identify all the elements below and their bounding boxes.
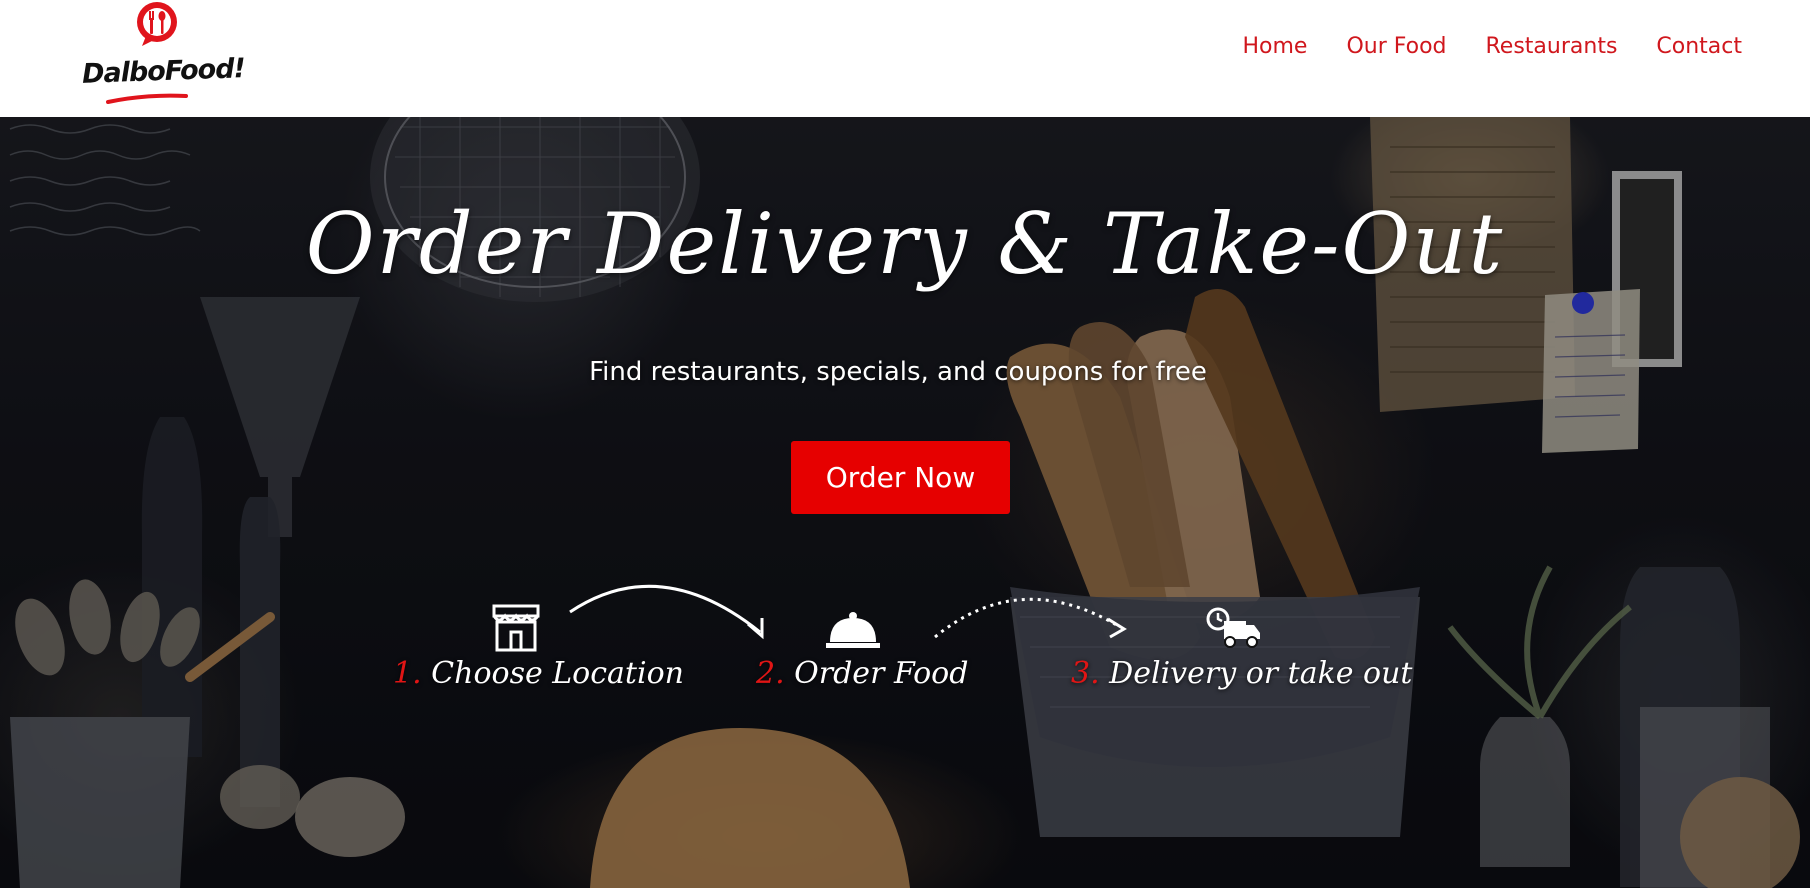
nav-home[interactable]: Home — [1242, 34, 1307, 59]
step-number: 3. — [1071, 656, 1100, 691]
step-text: Order Food — [794, 656, 969, 691]
step-label: 1. Choose Location — [393, 656, 684, 691]
logo-swoosh — [106, 93, 188, 104]
step-label: 3. Delivery or take out — [1071, 656, 1412, 691]
hero-section: Order Delivery & Take-Out Find restauran… — [0, 117, 1810, 888]
brand-logo[interactable]: DalboFood! — [80, 0, 245, 112]
hero-subtitle: Find restaurants, specials, and coupons … — [589, 357, 1207, 387]
arrow-dotted-icon — [934, 597, 1127, 639]
hero-title: Order Delivery & Take-Out — [305, 195, 1505, 293]
nav-contact[interactable]: Contact — [1656, 34, 1742, 59]
site-header: DalboFood! Home Our Food Restaurants Con… — [0, 0, 1810, 117]
cloche-icon — [826, 612, 880, 648]
step-number: 2. — [756, 656, 785, 691]
step-text: Choose Location — [431, 656, 684, 691]
step-number: 1. — [393, 656, 422, 691]
step-text: Delivery or take out — [1109, 656, 1413, 691]
arrow-curved-icon — [569, 584, 764, 640]
store-icon — [492, 604, 540, 652]
nav-our-food[interactable]: Our Food — [1346, 34, 1446, 59]
step-label: 2. Order Food — [756, 656, 968, 691]
main-nav: Home Our Food Restaurants Contact — [1242, 34, 1742, 59]
logo-wordmark: DalboFood! — [81, 53, 246, 90]
order-now-button[interactable]: Order Now — [791, 441, 1010, 514]
delivery-truck-icon — [1206, 607, 1260, 648]
logo-cutlery-icon — [137, 2, 177, 46]
nav-restaurants[interactable]: Restaurants — [1486, 34, 1618, 59]
